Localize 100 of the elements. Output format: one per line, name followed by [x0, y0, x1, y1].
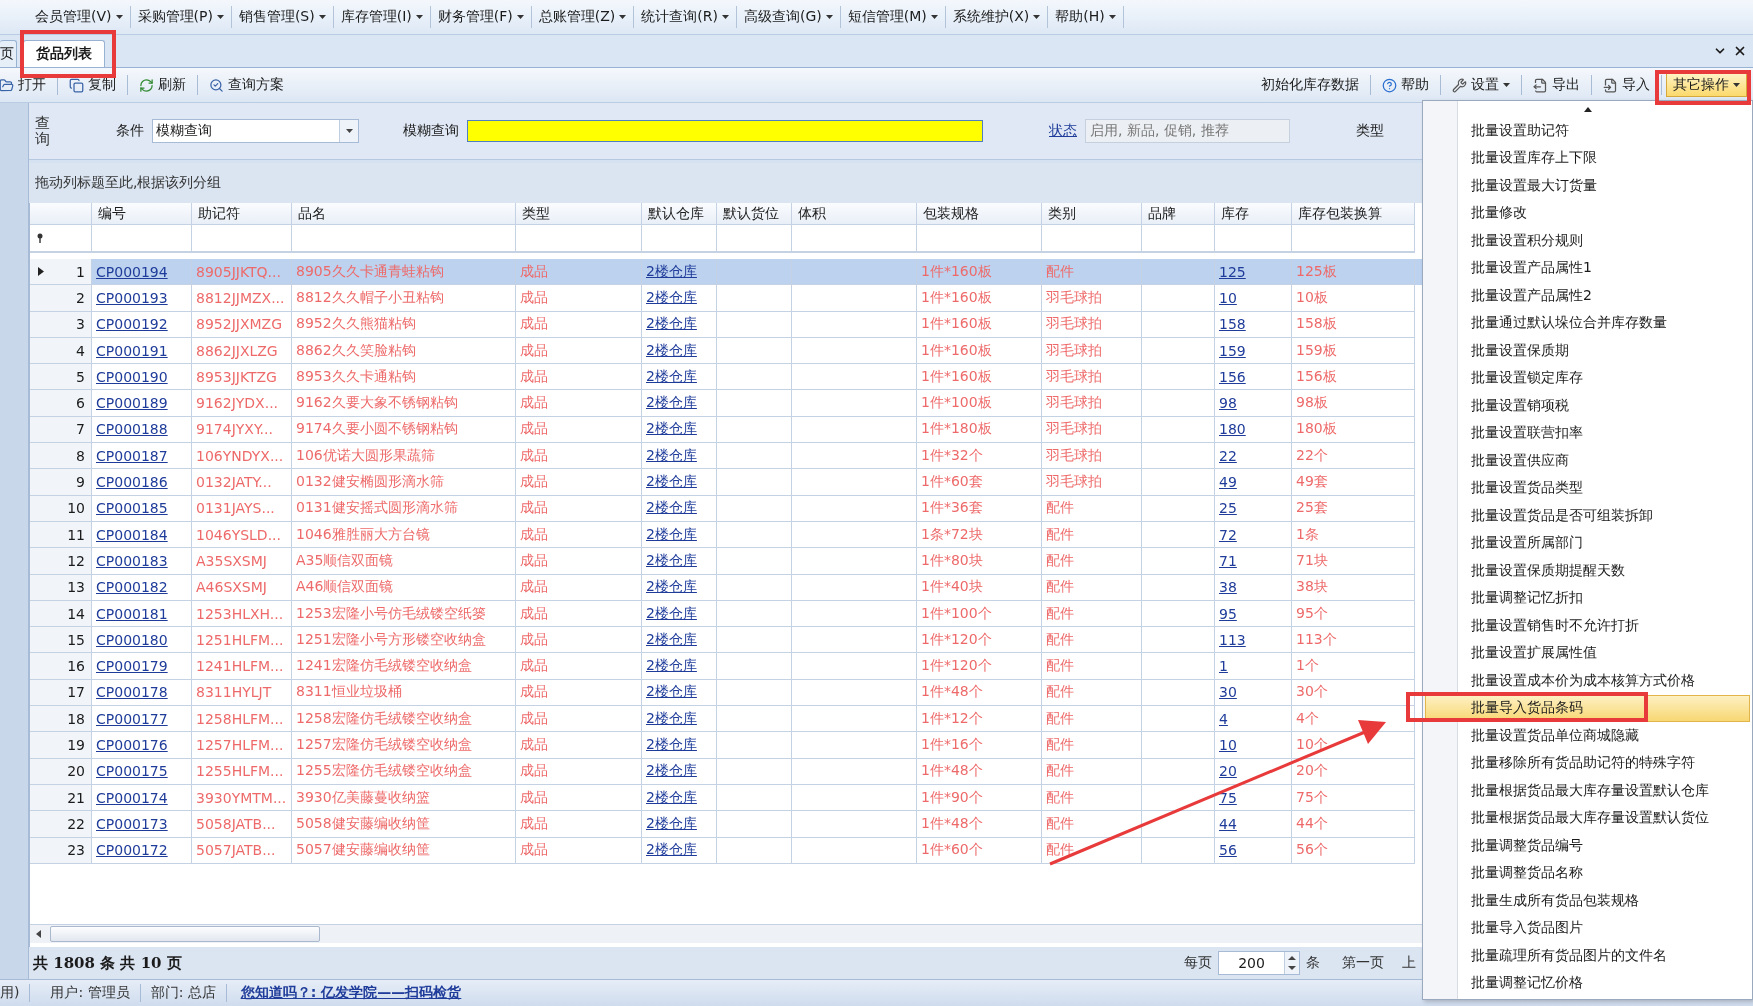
- row-header[interactable]: 19: [30, 732, 92, 759]
- cell-link[interactable]: 156: [1219, 368, 1246, 385]
- toolbar-button[interactable]: 刷新: [132, 73, 193, 97]
- cell-link[interactable]: 38: [1219, 579, 1237, 596]
- cell-link[interactable]: CP000180: [96, 631, 168, 648]
- row-header[interactable]: 17: [30, 679, 92, 707]
- cell-link[interactable]: 2楼仓库: [646, 630, 697, 649]
- cell-link[interactable]: 2楼仓库: [646, 446, 697, 465]
- cell-link[interactable]: CP000188: [96, 421, 168, 438]
- table-row[interactable]: 20 CP000175 1255HLFM... 1255宏隆仿毛绒镂空收纳盒 成品 2楼仓库 1件*48个 配件 20 20个: [30, 758, 1424, 785]
- menu-item[interactable]: 总账管理(Z): [531, 6, 635, 28]
- cell-link[interactable]: 2楼仓库: [646, 551, 697, 570]
- cell-link[interactable]: 98: [1219, 395, 1237, 412]
- cell-link[interactable]: CP000186: [96, 474, 168, 490]
- cell-link[interactable]: 2楼仓库: [646, 604, 697, 623]
- table-row[interactable]: 17 CP000178 8311HYLJT 8311恒业垃圾桶 成品 2楼仓库 1件*48个 配件 30 30个: [30, 679, 1424, 707]
- menu-item[interactable]: 高级查询(G): [736, 6, 841, 28]
- filter-cell[interactable]: [30, 225, 92, 253]
- filter-cell[interactable]: [516, 225, 642, 253]
- cell-link[interactable]: CP000183: [96, 552, 168, 569]
- menu-item[interactable]: 批量调整记忆价格: [1425, 969, 1750, 997]
- column-header[interactable]: 默认货位: [717, 203, 792, 225]
- column-header[interactable]: 品名: [292, 203, 516, 225]
- table-row[interactable]: 6 CP000189 9162JYDX... 9162久要大象不锈钢粘钩 成品 2楼仓库 1件*100板 羽毛球拍 98 98板: [30, 390, 1424, 417]
- cell-link[interactable]: CP000194: [96, 263, 168, 280]
- cell-link[interactable]: 10: [1219, 737, 1237, 753]
- filter-cell[interactable]: [1142, 225, 1215, 253]
- filter-cell[interactable]: [642, 225, 717, 253]
- menu-item[interactable]: 批量生成所有货品包装规格: [1425, 887, 1750, 915]
- cell-link[interactable]: CP000192: [96, 316, 168, 333]
- cell-link[interactable]: 2楼仓库: [646, 473, 697, 491]
- toolbar-button[interactable]: 查询方案: [202, 73, 291, 97]
- column-header[interactable]: 助记符: [192, 203, 292, 225]
- row-header[interactable]: 16: [30, 653, 92, 680]
- filter-cell[interactable]: [1042, 225, 1142, 253]
- cell-link[interactable]: CP000179: [96, 658, 168, 675]
- menu-item[interactable]: 批量疏理所有货品图片的文件名: [1425, 942, 1750, 970]
- row-header[interactable]: 14: [30, 600, 92, 628]
- filter-cell[interactable]: [292, 225, 516, 253]
- cell-link[interactable]: 2楼仓库: [646, 788, 697, 807]
- filter-cell[interactable]: [917, 225, 1042, 253]
- menu-item[interactable]: 批量根据货品最大库存量设置默认货位: [1425, 804, 1750, 832]
- toolbar-button[interactable]: 设置: [1445, 73, 1517, 97]
- filter-cell[interactable]: [1215, 225, 1292, 253]
- menu-item[interactable]: 库存管理(I): [333, 6, 431, 28]
- menu-item[interactable]: 销售管理(S): [231, 6, 334, 28]
- selected-row[interactable]: 1 CP000194 8905JJKTQ... 8905久久卡通青蛙粘钩 成品 2楼仓库 1件*160板 配件 125 125板: [30, 259, 1424, 286]
- cell-link[interactable]: CP000187: [96, 447, 168, 464]
- table-row[interactable]: 19 CP000176 1257HLFM... 1257宏隆仿毛绒镂空收纳盒 成品 2楼仓库 1件*16个 配件 10 10个: [30, 732, 1424, 759]
- row-header[interactable]: 4: [30, 337, 92, 365]
- column-header[interactable]: 编号: [92, 203, 192, 225]
- cell-link[interactable]: CP000185: [96, 500, 168, 517]
- toolbar-button[interactable]: 导出: [1526, 73, 1587, 97]
- cell-link[interactable]: 158: [1219, 316, 1246, 333]
- cell-link[interactable]: 71: [1219, 552, 1237, 569]
- row-header[interactable]: 12: [30, 548, 92, 575]
- row-header[interactable]: 13: [30, 574, 92, 601]
- table-row[interactable]: 14 CP000181 1253HLXH... 1253宏隆小号仿毛绒镂空纸篓 成品 2楼仓库 1件*100个 配件 95 95个: [30, 600, 1424, 628]
- filter-cell[interactable]: [717, 225, 792, 253]
- toolbar-button[interactable]: 帮助: [1375, 73, 1436, 97]
- table-row[interactable]: 4 CP000191 8862JJXLZG 8862久久笑脸粘钩 成品 2楼仓库 1件*160板 羽毛球拍 159 159板: [30, 337, 1424, 365]
- tip-link[interactable]: 您知道吗？: 亿发学院——扫码检货: [240, 984, 462, 1002]
- horizontal-scrollbar[interactable]: [30, 924, 1424, 943]
- cell-link[interactable]: 159: [1219, 342, 1246, 359]
- menu-item[interactable]: 批量设置货品类型: [1425, 474, 1750, 502]
- table-row[interactable]: 18 CP000177 1258HLFM... 1258宏隆仿毛绒镂空收纳盒 成品 2楼仓库 1件*12个 配件 4 4个: [30, 706, 1424, 733]
- menu-item[interactable]: 短信管理(M): [840, 6, 946, 28]
- cell-link[interactable]: CP000178: [96, 684, 168, 701]
- menu-item[interactable]: 统计查询(R): [634, 6, 737, 28]
- table-row[interactable]: 21 CP000174 3930YMTM... 3930亿美藤蔓收纳篮 成品 2楼仓库 1件*90个 配件 75 75个: [30, 784, 1424, 812]
- table-row[interactable]: 11 CP000184 1046YSLD... 1046雅胜丽大方台镜 成品 2楼仓库 1条*72块 配件 72 1条: [30, 521, 1424, 549]
- status-field[interactable]: 启用, 新品, 促销, 推荐: [1085, 119, 1290, 143]
- menu-item[interactable]: 采购管理(P): [130, 6, 232, 28]
- cell-link[interactable]: CP000184: [96, 526, 168, 543]
- menu-item[interactable]: 批量设置联营扣率: [1425, 419, 1750, 447]
- cell-link[interactable]: 1: [1219, 658, 1228, 675]
- cell-link[interactable]: 30: [1219, 684, 1237, 701]
- cell-link[interactable]: 4: [1219, 710, 1228, 727]
- menu-item[interactable]: 批量设置所属部门: [1425, 529, 1750, 557]
- scrollbar-thumb[interactable]: [50, 926, 320, 942]
- table-row[interactable]: 22 CP000173 5058JATB... 5058健安藤编收纳筐 成品 2楼仓库 1件*48个 配件 44 44个: [30, 811, 1424, 838]
- table-row[interactable]: 7 CP000188 9174JYXY... 9174久要小圆不锈钢粘钩 成品 2楼仓库 1件*180板 羽毛球拍 180 180板: [30, 416, 1424, 444]
- row-header[interactable]: 1: [30, 259, 92, 286]
- column-header[interactable]: 库存: [1215, 203, 1292, 225]
- table-row[interactable]: 10 CP000185 0131JAYS... 0131健安摇式圆形滴水筛 成品 2楼仓库 1件*36套 配件 25 25套: [30, 495, 1424, 522]
- column-header[interactable]: 体积: [792, 203, 917, 225]
- row-header[interactable]: 2: [30, 285, 92, 312]
- row-header[interactable]: 21: [30, 784, 92, 812]
- menu-item[interactable]: 批量设置扩展属性值: [1425, 639, 1750, 667]
- cell-link[interactable]: 2楼仓库: [646, 657, 697, 676]
- cell-link[interactable]: 2楼仓库: [646, 394, 697, 413]
- table-row[interactable]: 23 CP000172 5057JATB... 5057健安藤编收纳筐 成品 2楼仓库 1件*60个 配件 56 56个: [30, 837, 1424, 864]
- table-row[interactable]: 3 CP000192 8952JJXMZG 8952久久熊猫粘钩 成品 2楼仓库 1件*160板 羽毛球拍 158 158板: [30, 311, 1424, 338]
- cell-link[interactable]: CP000181: [96, 605, 168, 622]
- cell-link[interactable]: 2楼仓库: [646, 736, 697, 754]
- menu-item[interactable]: 批量设置保质期: [1425, 337, 1750, 365]
- menu-item[interactable]: 批量移除所有货品助记符的特殊字符: [1425, 749, 1750, 777]
- scroll-left-icon[interactable]: [35, 930, 41, 938]
- column-header[interactable]: 默认仓库: [642, 203, 717, 225]
- table-row[interactable]: 12 CP000183 A35SXSMJ A35顺信双面镜 成品 2楼仓库 1件*80块 配件 71 71块: [30, 548, 1424, 575]
